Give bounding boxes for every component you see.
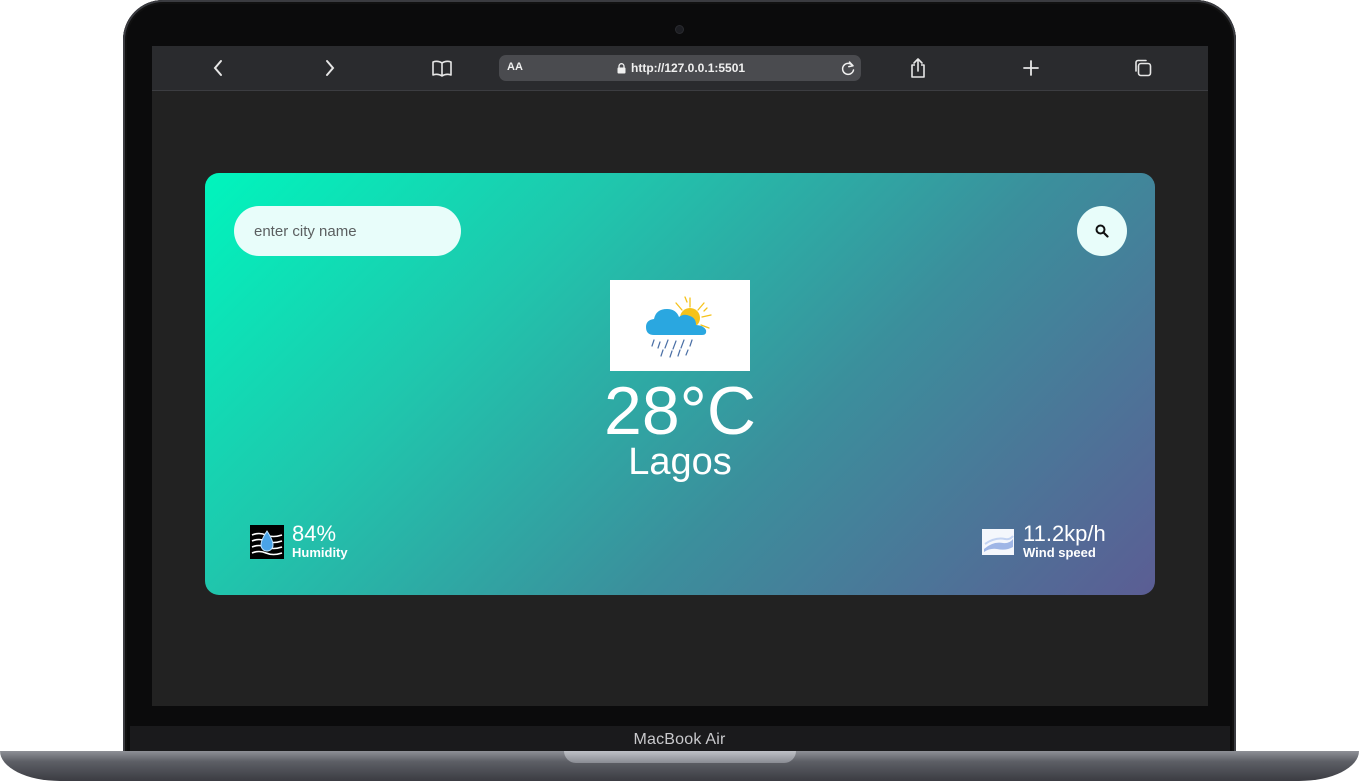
humidity-label: Humidity (292, 545, 348, 560)
url-display[interactable]: http://127.0.0.1:5501 (617, 61, 745, 75)
weather-condition-image (610, 280, 750, 371)
city-name: Lagos (628, 441, 732, 483)
temperature: 28°C (604, 373, 756, 449)
browser-toolbar: AA http://127.0.0.1:5501 (152, 46, 1208, 91)
forward-button[interactable] (316, 54, 344, 82)
bookmarks-button[interactable] (428, 54, 456, 82)
wind-block: 11.2kp/h Wind speed (981, 523, 1106, 560)
reader-text-size-button[interactable]: AA (507, 61, 523, 73)
new-tab-button[interactable] (1017, 54, 1045, 82)
chevron-left-icon (213, 60, 222, 76)
reload-icon (841, 61, 855, 76)
reload-button[interactable] (840, 59, 856, 82)
book-icon (432, 60, 452, 77)
weather-card: 28°C Lagos 84% Humidity (205, 173, 1155, 595)
humidity-value: 84% (292, 521, 337, 546)
rain-cloud-sun-icon (646, 296, 712, 358)
humidity-icon (250, 524, 284, 559)
wind-speed-label: Wind speed (1023, 545, 1096, 560)
search-icon (1095, 224, 1109, 238)
lock-icon (617, 62, 626, 73)
wind-speed-value: 11.2kp/h (1023, 521, 1106, 546)
laptop-opening-notch (564, 751, 796, 763)
address-bar[interactable]: AA http://127.0.0.1:5501 (499, 55, 861, 81)
screen: AA http://127.0.0.1:5501 enter city name… (152, 46, 1208, 706)
search-button[interactable] (1077, 206, 1127, 256)
wind-icon (982, 528, 1014, 555)
plus-icon (1023, 60, 1039, 76)
chevron-right-icon (326, 60, 335, 76)
url-text: http://127.0.0.1:5501 (631, 61, 746, 75)
camera (676, 26, 683, 33)
device-label: MacBook Air (633, 731, 726, 748)
share-button[interactable] (904, 54, 932, 82)
humidity-block: 84% Humidity (250, 523, 348, 560)
share-icon (911, 58, 925, 78)
city-search-input[interactable] (234, 206, 461, 256)
back-button[interactable] (204, 54, 232, 82)
tabs-icon (1135, 59, 1152, 77)
tabs-overview-button[interactable] (1129, 54, 1157, 82)
